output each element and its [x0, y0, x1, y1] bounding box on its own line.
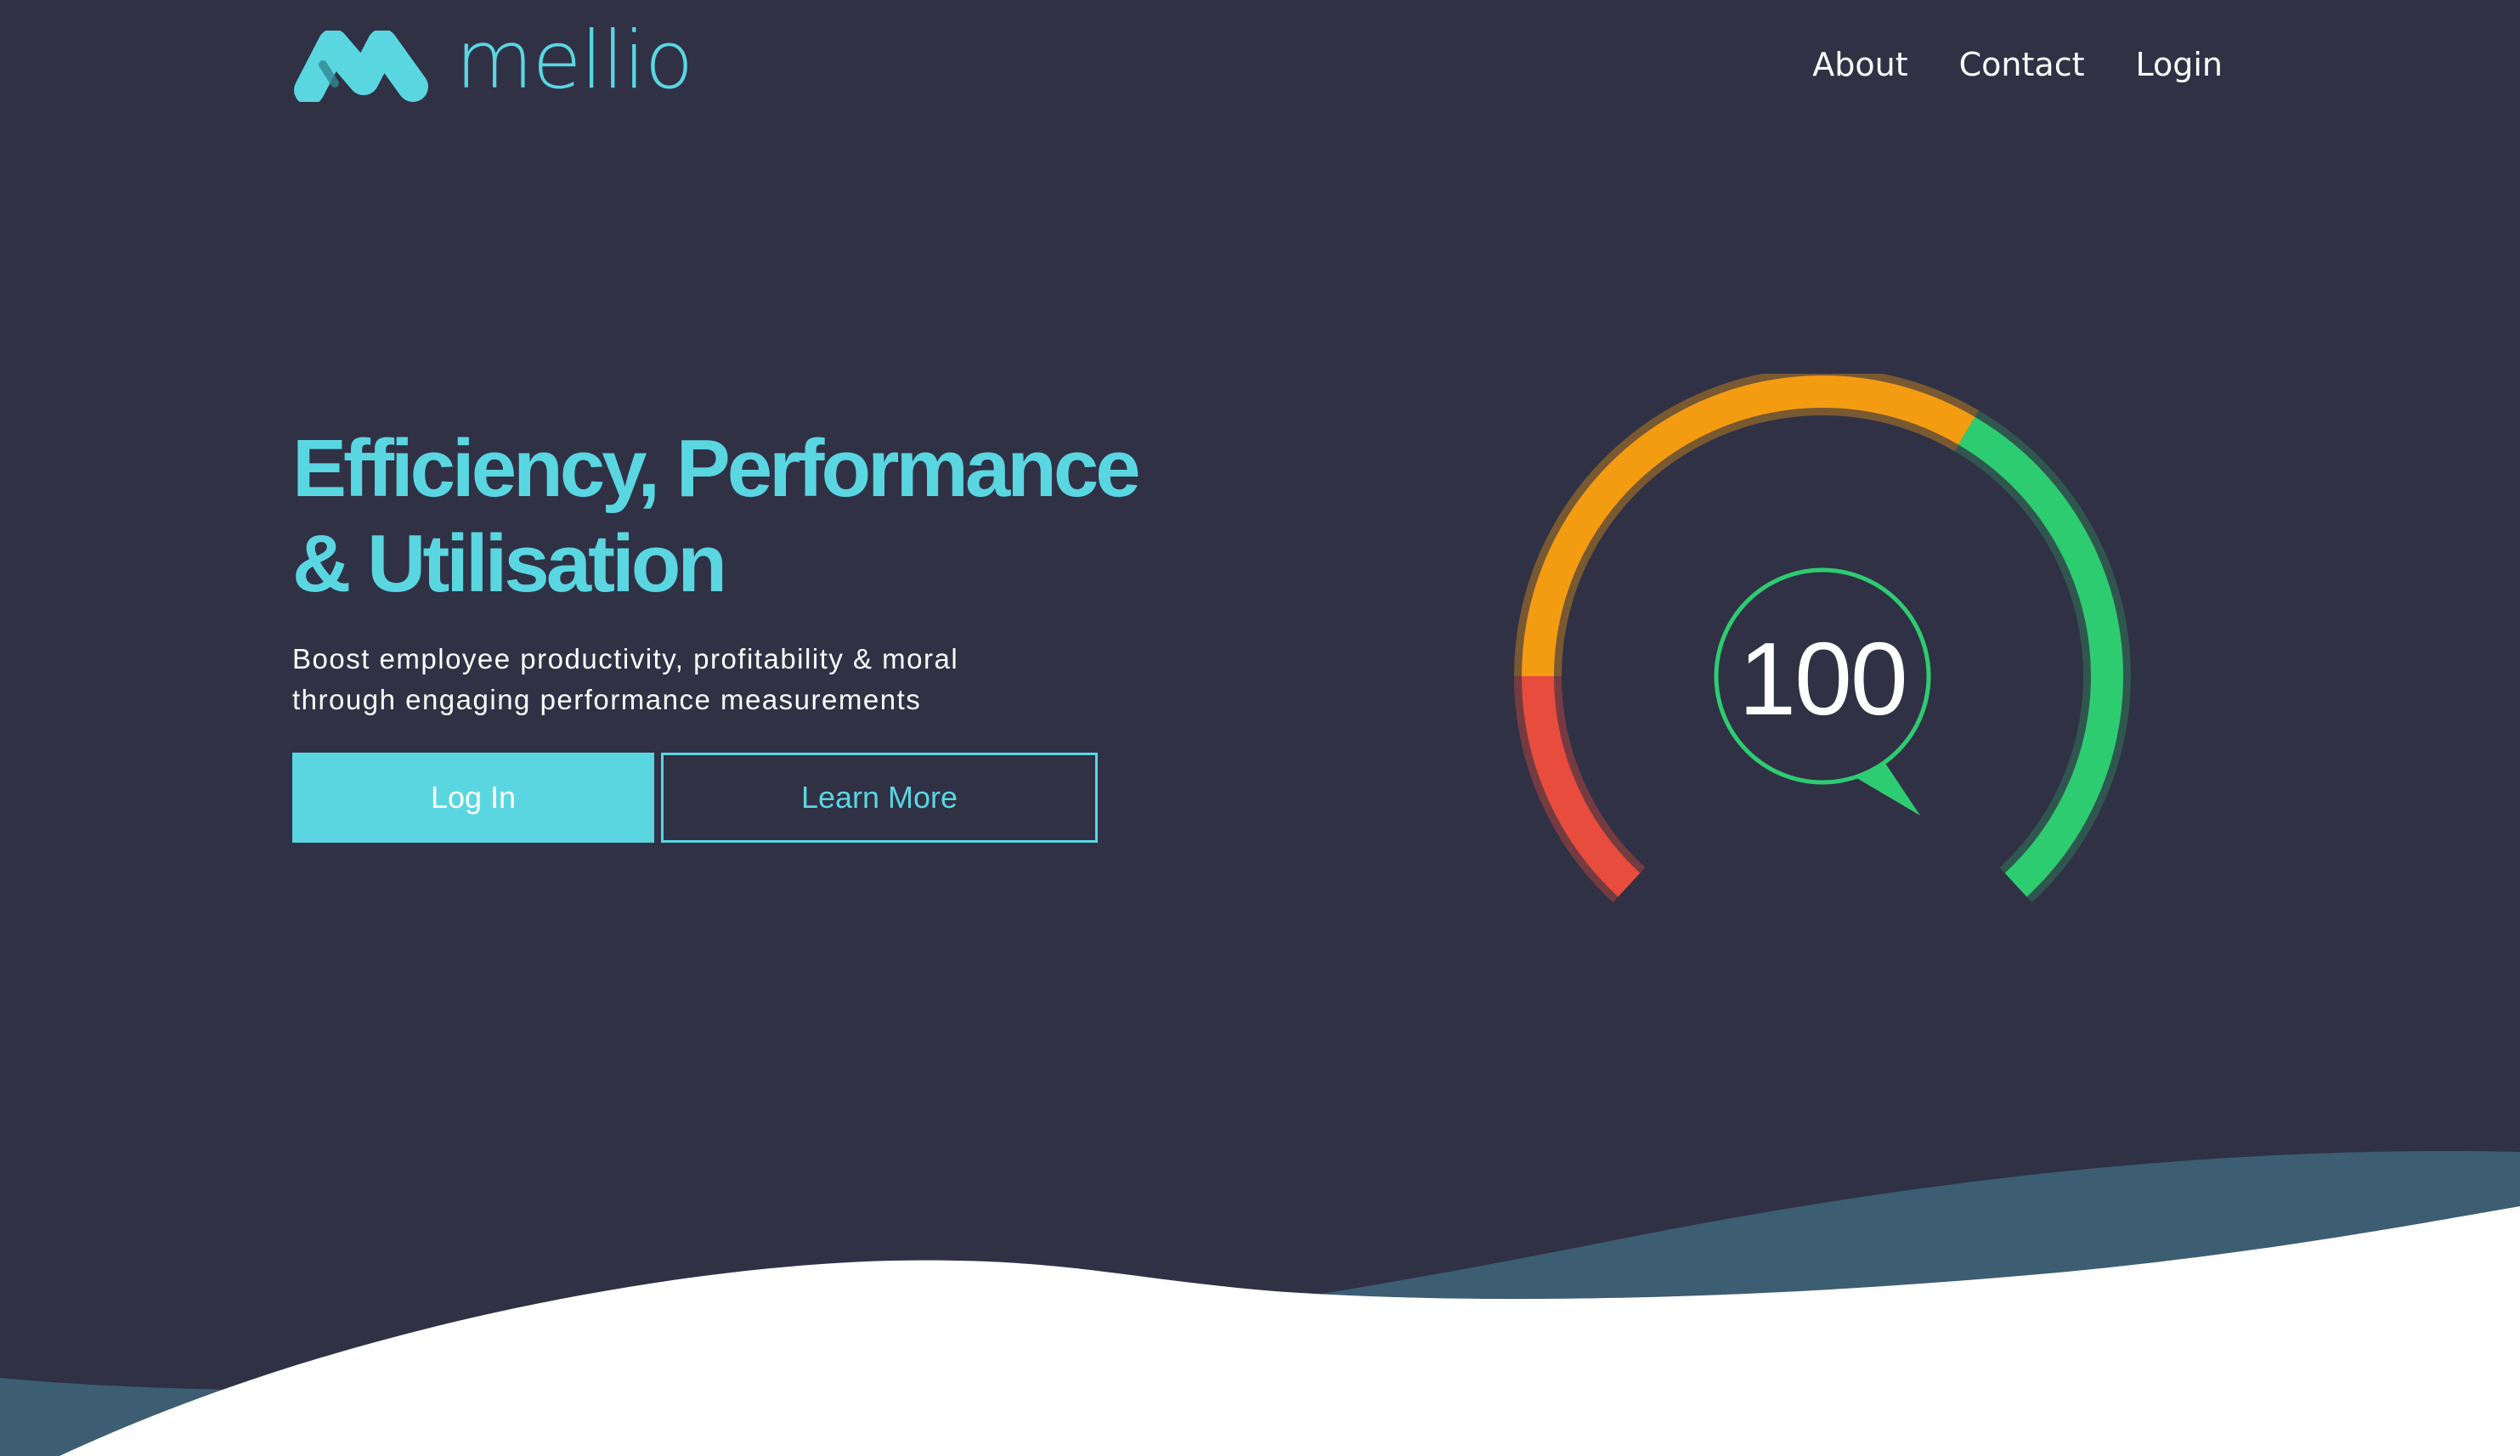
performance-gauge: 100: [1512, 367, 2133, 917]
nav-link-about[interactable]: About: [1812, 41, 1907, 88]
gauge-value: 100: [1738, 621, 1908, 736]
hero-buttons: Log In Learn More: [292, 753, 1098, 843]
hero-subtitle: Boost employee productivity, profitabili…: [292, 639, 1023, 720]
hero-subtitle-line-1: Boost employee productivity, profitabili…: [292, 643, 959, 674]
nav-link-login[interactable]: Login: [2135, 41, 2223, 88]
hero-subtitle-line-2: through engaging performance measurement…: [292, 684, 922, 715]
log-in-button[interactable]: Log In: [292, 753, 654, 843]
hero-headline-line-2: & Utilisation: [292, 518, 727, 609]
gauge-segment-red: [1522, 675, 1641, 897]
learn-more-button[interactable]: Learn More: [661, 753, 1098, 843]
main-nav: About Contact Login: [1812, 41, 2223, 88]
nav-link-contact[interactable]: Contact: [1959, 41, 2085, 88]
hero-section: Efficiency, Performance & Utilisation Bo…: [292, 421, 1142, 720]
background-waves: [0, 1151, 2520, 1456]
brand-name: mellio: [455, 14, 693, 107]
mellio-logo-mark-icon: [294, 31, 428, 102]
mellio-logo[interactable]: mellio: [292, 21, 693, 102]
hero-headline-line-1: Efficiency, Performance: [292, 423, 1141, 514]
hero-headline: Efficiency, Performance & Utilisation: [292, 421, 1142, 612]
